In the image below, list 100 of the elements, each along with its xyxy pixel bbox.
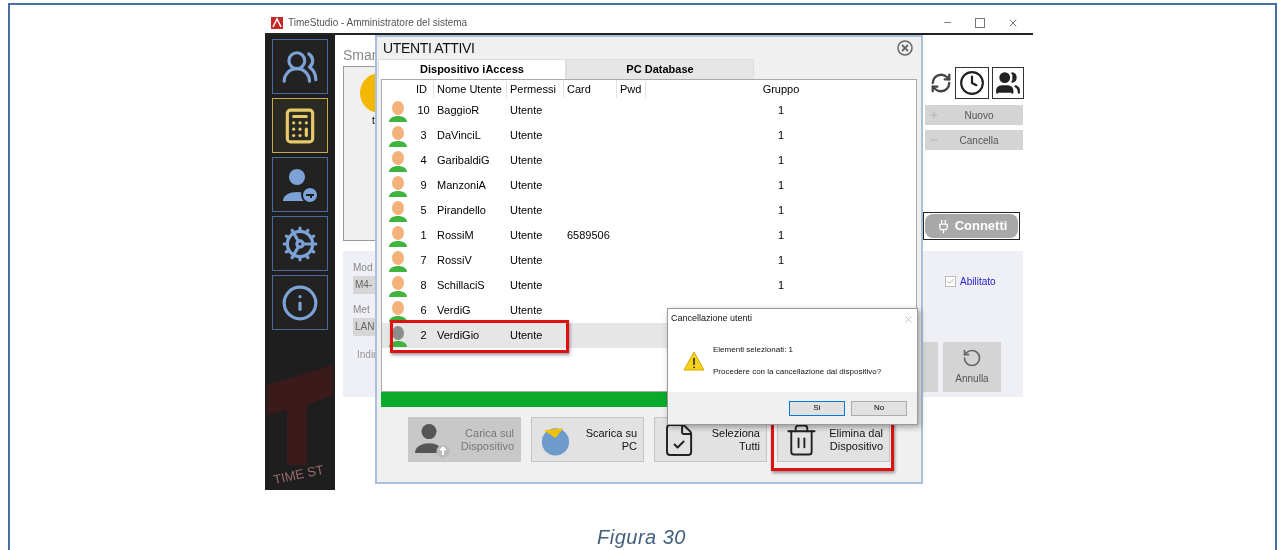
- tab[interactable]: Dispositivo iAccess: [378, 59, 566, 79]
- input-field[interactable]: M4-: [353, 276, 375, 294]
- table-cell-text: 1: [776, 178, 786, 194]
- table-cell-text: Utente: [509, 278, 544, 294]
- table-cell-text: 6589506: [566, 228, 611, 244]
- table-cell-text: 1: [776, 278, 786, 294]
- undo-button[interactable]: Annulla: [943, 342, 1001, 392]
- maximize-icon[interactable]: [975, 17, 985, 28]
- sidebar-item[interactable]: [272, 98, 328, 153]
- table-cell-text: Utente: [509, 103, 544, 119]
- table-cell-text: 6: [419, 303, 428, 319]
- plus-icon: [929, 110, 939, 120]
- input-field[interactable]: LAN: [353, 318, 375, 336]
- table-cell-text: 3: [419, 128, 428, 144]
- device-label: t: [372, 114, 375, 128]
- app-logo-icon: [271, 16, 283, 29]
- toolbar-button[interactable]: Nuovo: [925, 105, 1023, 125]
- table-cell-text: 4: [419, 153, 428, 169]
- checkbox-label: Abilitato: [960, 275, 996, 289]
- table-cell-text: 8: [419, 278, 428, 294]
- section-heading: Smar: [343, 46, 377, 65]
- table-cell-text: 1: [776, 253, 786, 269]
- table-cell-text: Utente: [509, 328, 544, 344]
- info-icon: [281, 283, 319, 322]
- table-cell-text: 1: [776, 128, 786, 144]
- table-row[interactable]: 3 DaVinciL Utente 1: [382, 123, 916, 148]
- table-cell-text: Utente: [509, 203, 544, 219]
- gears-icon: [281, 224, 319, 263]
- dialog-title: UTENTI ATTIVI: [383, 38, 475, 58]
- logo-text: TIME ST: [271, 460, 326, 489]
- sidebar-item[interactable]: [272, 275, 328, 330]
- sidebar-item[interactable]: [272, 157, 328, 212]
- table-row[interactable]: 1 RossiM Utente 6589506 1: [382, 223, 916, 248]
- dialog-button[interactable]: No: [851, 400, 907, 416]
- toolbar-button[interactable]: Cancella: [925, 130, 1023, 150]
- table-cell-text: Pirandello: [436, 203, 487, 219]
- user-avatar-icon: [387, 149, 408, 172]
- field-label: Mod: [353, 261, 373, 275]
- user-avatar-icon: [387, 299, 408, 322]
- user-avatar-icon: [387, 199, 408, 222]
- user-avatar-icon: [387, 174, 408, 197]
- table-cell-text: 1: [776, 153, 786, 169]
- table-cell-text: BaggioR: [436, 103, 481, 119]
- table-cell-text: Utente: [509, 153, 544, 169]
- sidebar-item[interactable]: [272, 39, 328, 94]
- column-header[interactable]: Pwd: [617, 80, 646, 98]
- user-avatar-icon: [387, 249, 408, 272]
- table-row[interactable]: 4 GaribaldiG Utente 1: [382, 148, 916, 173]
- window-title: TimeStudio - Amministratore del sistema: [288, 16, 468, 30]
- group-upload-button[interactable]: [992, 67, 1024, 99]
- table-cell-text: Utente: [509, 178, 544, 194]
- table-cell-text: 1: [776, 203, 786, 219]
- table-row[interactable]: 7 RossiV Utente 1: [382, 248, 916, 273]
- table-cell-text: DaVinciL: [436, 128, 482, 144]
- column-header[interactable]: ID: [413, 80, 434, 98]
- field-label: Met: [353, 303, 370, 317]
- dialog-title: Cancellazione utenti: [671, 312, 753, 326]
- table-cell-text: 7: [419, 253, 428, 269]
- table-cell-text: 9: [419, 178, 428, 194]
- table-cell-text: VerdiG: [436, 303, 472, 319]
- table-cell-text: 1: [419, 228, 428, 244]
- table-cell-text: VerdiGio: [436, 328, 481, 344]
- dialog-button[interactable]: Sì: [789, 400, 845, 416]
- checkbox[interactable]: [945, 276, 956, 287]
- column-header[interactable]: Permessi: [507, 80, 564, 98]
- user-avatar-icon: [387, 224, 408, 247]
- action-button[interactable]: Scarica su PC: [531, 417, 644, 462]
- table-row[interactable]: 10 BaggioR Utente 1: [382, 98, 916, 123]
- refresh-icon[interactable]: [930, 72, 952, 94]
- table-cell-text: 1: [776, 103, 786, 119]
- close-icon[interactable]: [897, 40, 913, 56]
- column-header[interactable]: Nome Utente: [434, 80, 507, 98]
- column-header[interactable]: Gruppo: [646, 80, 916, 98]
- table-cell-text: RossiM: [436, 228, 475, 244]
- user-avatar-icon: [387, 324, 408, 347]
- table-cell-text: 5: [419, 203, 428, 219]
- table-cell-text: 1: [776, 228, 786, 244]
- figure-caption: Figura 30: [596, 525, 687, 550]
- table-row[interactable]: 8 SchillaciS Utente 1: [382, 273, 916, 298]
- sidebar-item[interactable]: [272, 216, 328, 271]
- table-cell-text: Utente: [509, 303, 544, 319]
- table-cell-text: 2: [419, 328, 428, 344]
- undo-icon: [962, 348, 982, 368]
- table-cell-text: Utente: [509, 128, 544, 144]
- table-cell-text: 10: [416, 103, 431, 119]
- user-avatar-icon: [387, 99, 408, 122]
- table-row[interactable]: 9 ManzoniA Utente 1: [382, 173, 916, 198]
- column-header[interactable]: Card: [564, 80, 617, 98]
- user-avatar-icon: [387, 124, 408, 147]
- user-avatar-icon: [387, 274, 408, 297]
- table-cell-text: Utente: [509, 228, 544, 244]
- clock-download-button[interactable]: [955, 67, 989, 99]
- table-cell-text: GaribaldiG: [436, 153, 491, 169]
- table-cell-text: RossiV: [436, 253, 473, 269]
- check-icon: [946, 277, 955, 286]
- tab[interactable]: PC Database: [566, 59, 754, 79]
- table-row[interactable]: 5 Pirandello Utente 1: [382, 198, 916, 223]
- warning-icon: [683, 350, 705, 371]
- table-cell-text: ManzoniA: [436, 178, 487, 194]
- table-cell-text: SchillaciS: [436, 278, 486, 294]
